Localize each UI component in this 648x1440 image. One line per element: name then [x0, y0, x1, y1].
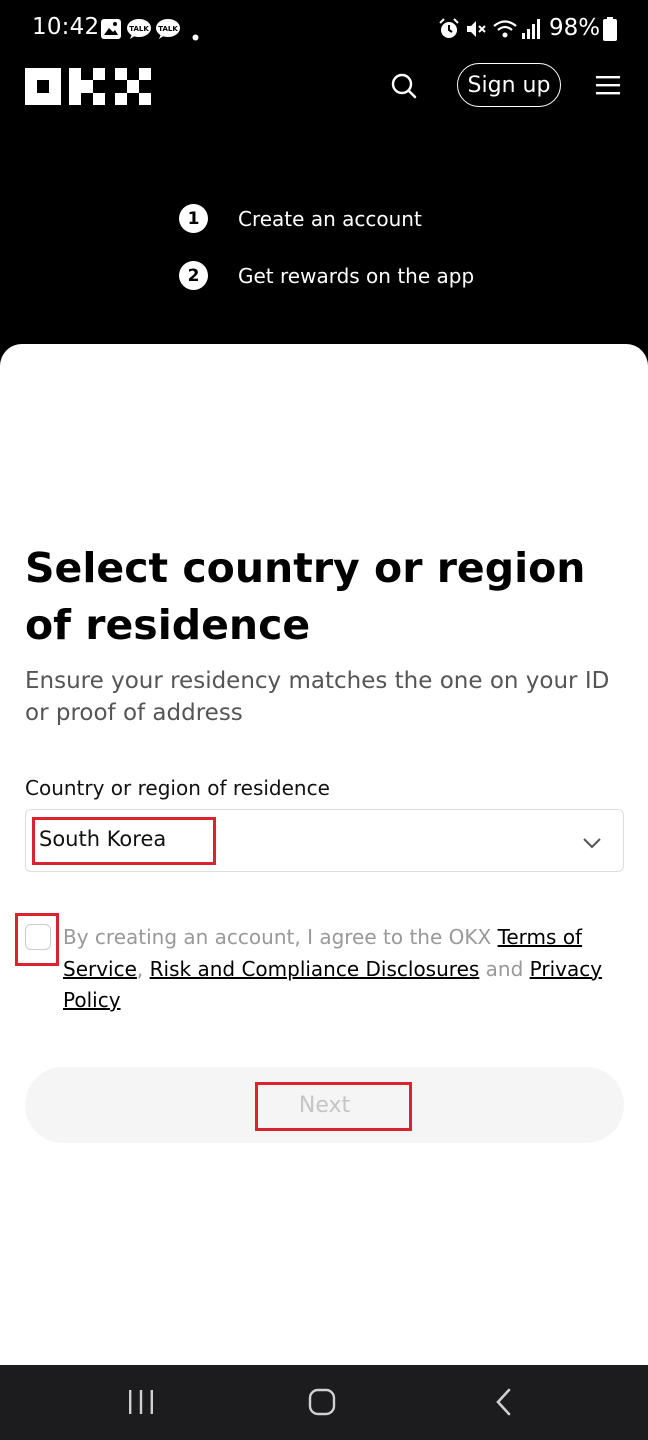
wifi-icon [492, 18, 518, 44]
highlight-box-country [32, 817, 216, 865]
system-nav-bar [0, 1365, 648, 1440]
dot-icon [192, 26, 199, 45]
highlight-box-next [255, 1082, 412, 1131]
terms-agreement-text: By creating an account, I agree to the O… [63, 922, 623, 1017]
alarm-icon [438, 18, 460, 44]
mute-icon [465, 18, 487, 44]
signal-icon [521, 18, 543, 44]
search-button[interactable] [388, 70, 420, 102]
risk-disclosures-link[interactable]: Risk and Compliance Disclosures [150, 957, 480, 981]
country-field-label: Country or region of residence [25, 776, 330, 800]
step-number: 2 [179, 261, 208, 290]
step-2: 2 Get rewards on the app [179, 261, 474, 290]
okx-logo-graphic [25, 68, 151, 105]
sign-up-button[interactable]: Sign up [457, 63, 561, 107]
step-text: Get rewards on the app [238, 263, 475, 288]
okx-logo[interactable] [25, 68, 151, 109]
hamburger-menu-icon [596, 76, 620, 95]
gallery-icon [100, 18, 122, 44]
signup-steps: 1 Create an account 2 Get rewards on the… [0, 124, 648, 354]
recent-apps-icon [129, 1390, 153, 1414]
back-button[interactable] [494, 1387, 514, 1421]
page-title: Select country or region of residence [25, 544, 586, 649]
kakaotalk-badge-text: TALK [158, 25, 178, 33]
kakaotalk-badge-text: TALK [129, 25, 149, 33]
home-button[interactable] [307, 1387, 337, 1421]
recent-apps-button[interactable] [128, 1387, 154, 1421]
status-bar: 10:42 TALK TALK 98% [0, 0, 648, 60]
terms-prefix: By creating an account, I agree to the O… [63, 925, 498, 949]
home-icon [308, 1388, 336, 1416]
terms-and: and [479, 956, 530, 981]
search-icon [391, 73, 417, 99]
app-header: Sign up [0, 60, 648, 124]
highlight-box-checkbox [15, 913, 59, 966]
step-number: 1 [179, 204, 208, 233]
kakaotalk-icon: TALK [155, 18, 181, 44]
status-time: 10:42 [32, 14, 100, 40]
step-text: Create an account [238, 206, 422, 231]
page-subtitle: Ensure your residency matches the one on… [25, 668, 610, 726]
battery-percent: 98% [549, 15, 601, 41]
menu-button[interactable] [596, 74, 620, 96]
chevron-down-icon [583, 834, 601, 853]
battery-icon [603, 17, 617, 45]
signup-card: Select country or region of residence En… [0, 344, 648, 1365]
back-icon [496, 1388, 511, 1416]
kakaotalk-icon: TALK [126, 18, 152, 44]
terms-separator: , [136, 956, 150, 981]
step-1: 1 Create an account [179, 204, 422, 233]
